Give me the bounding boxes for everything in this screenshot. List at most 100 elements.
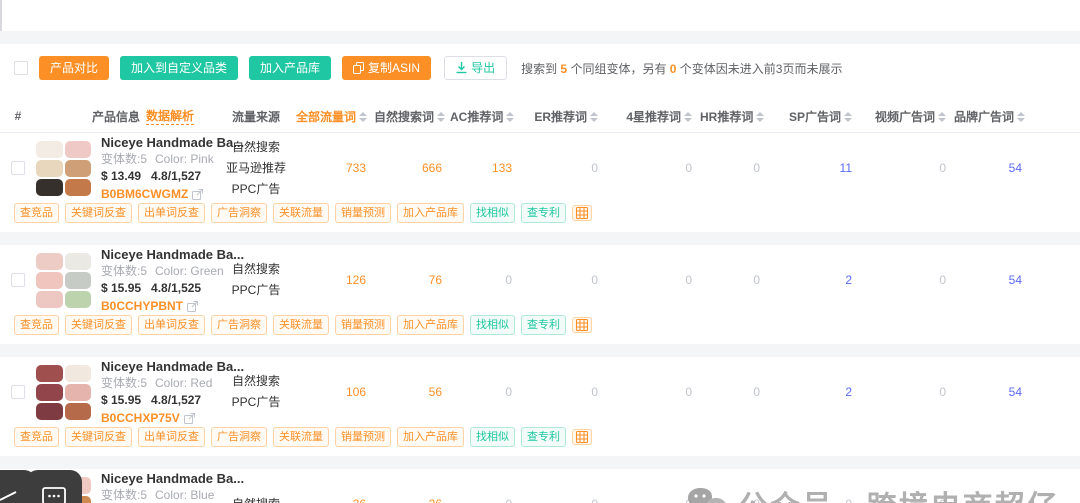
row-checkbox[interactable] [11, 385, 25, 399]
add-to-product-library-button[interactable]: 加入产品库 [249, 56, 332, 80]
traffic-table-icon[interactable] [572, 317, 592, 333]
action-order-word-reverse[interactable]: 出单词反查 [138, 427, 205, 447]
metric-er: 0 [591, 161, 598, 175]
asin-link[interactable]: B0CCHYPBNT [101, 299, 183, 314]
action-sales-forecast[interactable]: 销量预测 [335, 315, 391, 335]
sort-icon[interactable] [359, 112, 368, 123]
metric-organic[interactable]: 666 [374, 161, 450, 175]
product-image[interactable] [36, 364, 91, 420]
chat-widget-button[interactable] [26, 470, 82, 503]
sort-icon[interactable] [684, 112, 692, 123]
metric-all-traffic[interactable]: 26 [296, 497, 374, 503]
action-ad-insight[interactable]: 广告洞察 [211, 315, 267, 335]
variant-count-label: 变体数:5 [101, 151, 148, 166]
metric-organic[interactable]: 76 [374, 273, 450, 287]
action-keyword-reverse[interactable]: 关键词反查 [65, 315, 132, 335]
row-checkbox[interactable] [11, 273, 25, 287]
column-all-traffic-words[interactable]: 全部流量词 [296, 108, 374, 125]
color-label: Color: Pink [155, 151, 214, 166]
metric-brand[interactable]: 54 [954, 161, 1030, 175]
row-divider [0, 456, 1080, 469]
row-divider [0, 232, 1080, 245]
asin-link[interactable]: B0BM6CWGMZ [101, 187, 188, 202]
column-hr-words[interactable]: HR推荐词 [700, 108, 768, 125]
compare-products-button[interactable]: 产品对比 [39, 56, 110, 80]
add-to-custom-category-button[interactable]: 加入到自定义品类 [120, 56, 239, 80]
action-check-competitor[interactable]: 查竞品 [14, 203, 59, 223]
action-check-competitor[interactable]: 查竞品 [14, 427, 59, 447]
select-all-checkbox[interactable] [14, 61, 28, 75]
column-video-ad-words[interactable]: 视频广告词 [860, 108, 954, 125]
action-related-traffic[interactable]: 关联流量 [273, 315, 329, 335]
data-analysis-link[interactable]: 数据解析 [146, 107, 195, 125]
action-order-word-reverse[interactable]: 出单词反查 [138, 203, 205, 223]
metric-all-traffic[interactable]: 106 [296, 385, 374, 399]
sort-icon[interactable] [756, 112, 765, 123]
column-sp-ad-words[interactable]: SP广告词 [768, 108, 860, 125]
table-row: Niceye Handmade Ba... 变体数:5 Color: Green … [0, 245, 1080, 315]
action-ad-insight[interactable]: 广告洞察 [211, 427, 267, 447]
action-check-patent[interactable]: 查专利 [521, 427, 566, 447]
row-checkbox[interactable] [11, 161, 25, 175]
sort-icon[interactable] [1017, 112, 1026, 123]
metric-sp[interactable]: 11 [768, 161, 860, 175]
metric-brand[interactable]: 54 [954, 273, 1030, 287]
action-related-traffic[interactable]: 关联流量 [273, 427, 329, 447]
row-divider [0, 344, 1080, 357]
column-organic-search-words[interactable]: 自然搜索词 [374, 108, 450, 125]
export-button[interactable]: 导出 [444, 56, 508, 80]
copy-asin-button[interactable]: 复制ASIN [342, 56, 432, 80]
metric-all-traffic[interactable]: 733 [296, 161, 374, 175]
column-er-words[interactable]: ER推荐词 [520, 108, 606, 125]
metric-organic[interactable]: 56 [374, 385, 450, 399]
action-add-library[interactable]: 加入产品库 [397, 203, 464, 223]
product-title[interactable]: Niceye Handmade Ba... [101, 471, 244, 486]
results-panel: 产品对比 加入到自定义品类 加入产品库 复制ASIN 导出 搜索到 5 个同组变… [0, 44, 1080, 503]
action-check-competitor[interactable]: 查竞品 [14, 315, 59, 335]
action-find-similar[interactable]: 找相似 [470, 427, 515, 447]
metric-4star: 0 [685, 161, 692, 175]
product-image[interactable] [36, 252, 91, 308]
action-keyword-reverse[interactable]: 关键词反查 [65, 203, 132, 223]
external-link-icon[interactable] [187, 300, 199, 312]
traffic-sources: 自然搜索 PPC广告 [231, 262, 281, 297]
rating: 4.8/1,527 [151, 168, 202, 183]
column-brand-ad-words[interactable]: 品牌广告词 [954, 108, 1030, 125]
action-keyword-reverse[interactable]: 关键词反查 [65, 427, 132, 447]
asin-link[interactable]: B0CCHXP75V [101, 411, 180, 426]
action-ad-insight[interactable]: 广告洞察 [211, 203, 267, 223]
sort-icon[interactable] [506, 112, 515, 123]
metric-sp[interactable]: 2 [768, 385, 860, 399]
action-sales-forecast[interactable]: 销量预测 [335, 427, 391, 447]
action-order-word-reverse[interactable]: 出单词反查 [138, 315, 205, 335]
metric-organic[interactable]: 26 [374, 497, 450, 503]
product-image[interactable] [36, 140, 91, 196]
action-add-library[interactable]: 加入产品库 [397, 315, 464, 335]
action-check-patent[interactable]: 查专利 [521, 315, 566, 335]
action-add-library[interactable]: 加入产品库 [397, 427, 464, 447]
sort-icon[interactable] [844, 112, 852, 123]
external-link-icon[interactable] [183, 412, 195, 424]
action-sales-forecast[interactable]: 销量预测 [335, 203, 391, 223]
column-4star-words[interactable]: 4星推荐词 [606, 108, 700, 125]
metric-4star: 0 [685, 385, 692, 399]
column-ac-words[interactable]: AC推荐词 [450, 108, 520, 125]
metric-er: 0 [520, 497, 606, 503]
metric-sp[interactable]: 2 [768, 273, 860, 287]
action-check-patent[interactable]: 查专利 [521, 203, 566, 223]
metric-brand[interactable]: 54 [954, 385, 1030, 399]
action-related-traffic[interactable]: 关联流量 [273, 203, 329, 223]
sort-icon[interactable] [938, 112, 946, 123]
traffic-table-icon[interactable] [572, 205, 592, 221]
external-link-icon[interactable] [192, 188, 204, 200]
action-find-similar[interactable]: 找相似 [470, 315, 515, 335]
metric-ac[interactable]: 133 [450, 161, 520, 175]
action-find-similar[interactable]: 找相似 [470, 203, 515, 223]
traffic-table-icon[interactable] [572, 429, 592, 445]
traffic-sources: 自然搜索 亚马逊推荐 PPC广告 [225, 139, 286, 196]
sort-icon[interactable] [590, 112, 598, 123]
metric-all-traffic[interactable]: 126 [296, 273, 374, 287]
metric-hr: 0 [700, 497, 768, 503]
sort-icon[interactable] [437, 112, 446, 123]
download-icon [456, 62, 467, 74]
